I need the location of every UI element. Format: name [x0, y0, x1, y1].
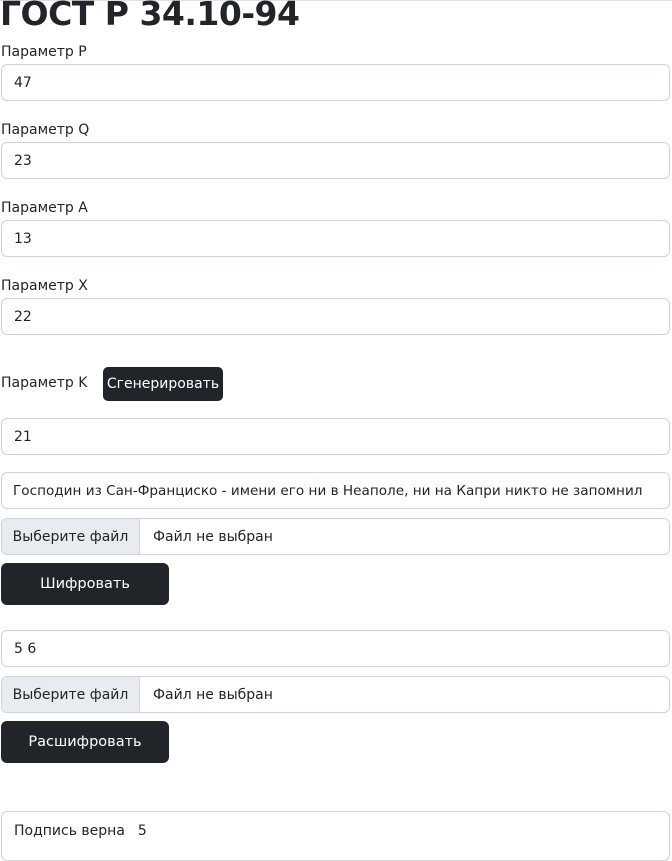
decrypt-file-picker[interactable]: Выберите файл Файл не выбран — [1, 676, 670, 713]
encrypt-file-status: Файл не выбран — [153, 528, 273, 545]
param-k-input[interactable] — [1, 418, 670, 455]
param-p-label: Параметр P — [1, 44, 87, 60]
param-a-label: Параметр A — [1, 200, 88, 216]
decrypt-choose-file-button[interactable]: Выберите файл — [2, 677, 140, 712]
result-value: 5 — [137, 823, 147, 839]
param-a-input[interactable] — [1, 220, 670, 257]
result-text: Подпись верна — [14, 823, 125, 839]
param-p-input[interactable] — [1, 64, 670, 101]
page-title: ГОСТ Р 34.10-94 — [0, 0, 300, 33]
result-box: Подпись верна 5 — [1, 811, 670, 861]
param-k-label: Параметр K — [1, 375, 88, 391]
param-x-label: Параметр X — [1, 278, 88, 294]
signature-input[interactable] — [1, 630, 670, 667]
encrypt-file-picker[interactable]: Выберите файл Файл не выбран — [1, 518, 670, 555]
param-x-input[interactable] — [1, 298, 670, 335]
param-q-label: Параметр Q — [1, 122, 90, 138]
encrypt-button[interactable]: Шифровать — [1, 563, 169, 605]
decrypt-button[interactable]: Расшифровать — [1, 721, 169, 763]
encrypt-choose-file-button[interactable]: Выберите файл — [2, 519, 140, 554]
decrypt-file-status: Файл не выбран — [153, 686, 273, 703]
generate-k-button[interactable]: Сгенерировать — [103, 367, 223, 401]
message-input[interactable] — [1, 472, 670, 509]
param-q-input[interactable] — [1, 142, 670, 179]
